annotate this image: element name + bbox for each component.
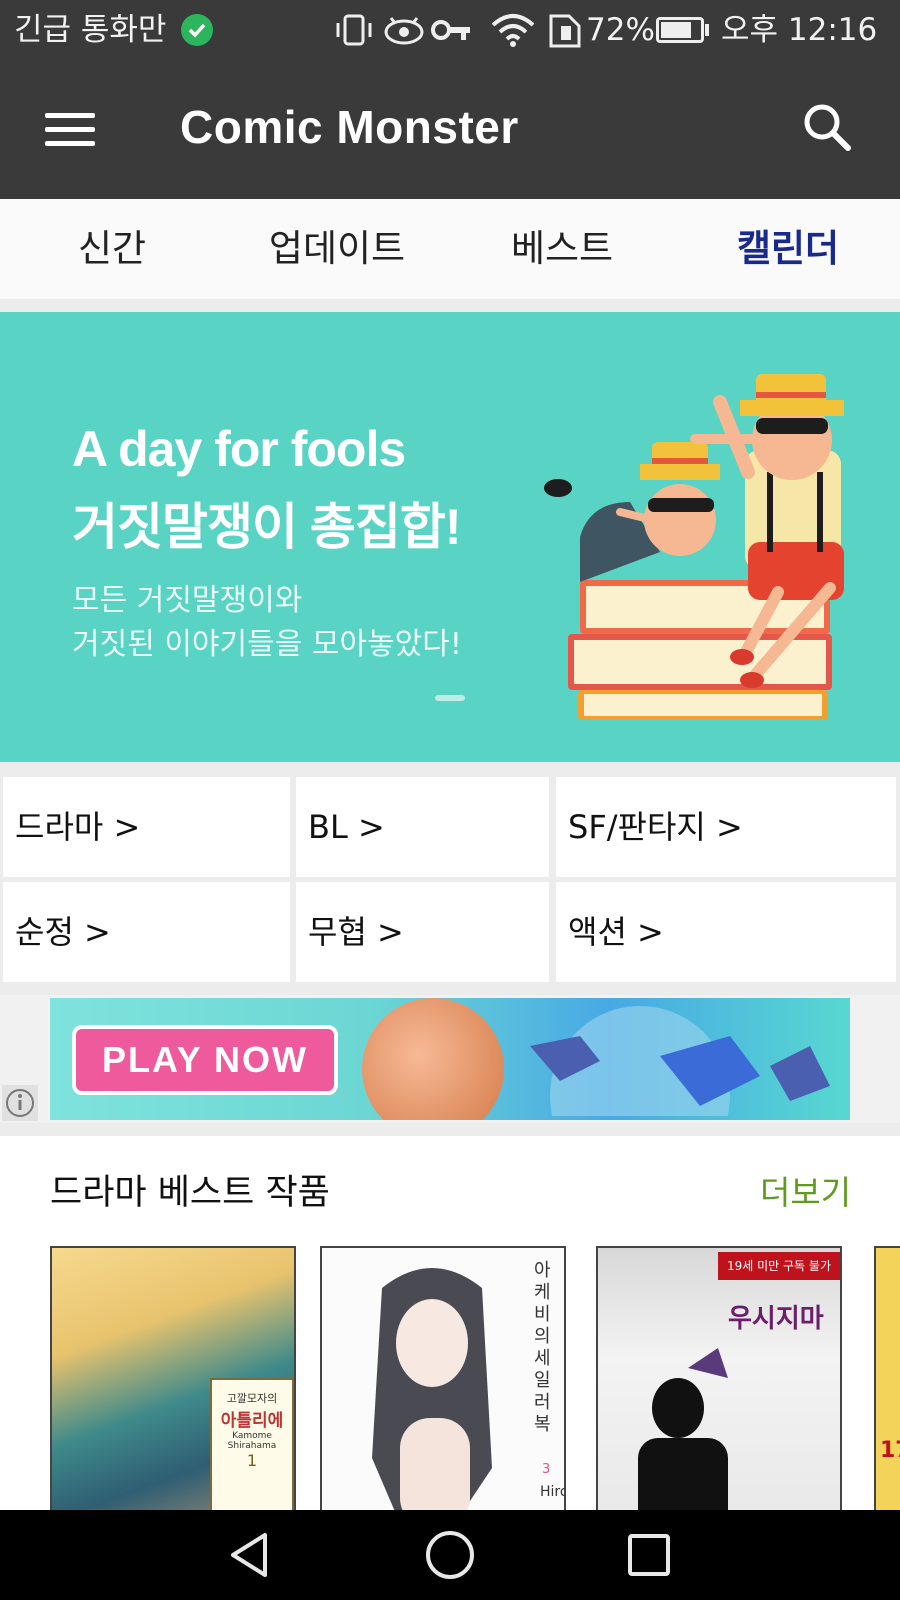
cover-1-label: 고깔모자의 아틀리에 Kamome Shirahama 1 (210, 1378, 294, 1510)
back-triangle-icon[interactable] (225, 1530, 275, 1580)
vibrate-icon (336, 14, 372, 46)
play-now-button[interactable]: PLAY NOW (72, 1025, 338, 1095)
battery-tip (705, 24, 709, 36)
battery-icon (656, 17, 704, 43)
status-bar: 긴급 통화만 72% 오후 12:16 (0, 0, 900, 60)
clock: 오후 12:16 (721, 12, 878, 48)
ad-planet (362, 998, 504, 1120)
system-nav-bar (0, 1510, 900, 1600)
carrier-text: 긴급 통화만 (14, 12, 167, 48)
home-circle-icon[interactable] (424, 1529, 476, 1581)
best-section: 드라마 베스트 작품 더보기 고깔모자의 아틀리에 Kamome Shiraha… (0, 1136, 900, 1510)
ad-container: PLAY NOW (0, 995, 900, 1123)
cover-1-subtitle: 고깔모자의 (226, 1392, 278, 1405)
banner-subtext-1: 모든 거짓말쟁이와 (72, 583, 303, 618)
eye-icon (384, 17, 424, 45)
cover-3-title: 우시지마 (728, 1304, 824, 1334)
ad-spaceships (530, 1006, 830, 1116)
vpn-key-icon (431, 20, 470, 40)
cover-2-art (372, 1268, 492, 1510)
cover-2-title: 아케비의 세일러복 (534, 1260, 551, 1435)
comic-cover-1[interactable]: 고깔모자의 아틀리에 Kamome Shirahama 1 (50, 1246, 296, 1510)
cover-3-art (638, 1348, 728, 1510)
genre-romance[interactable]: 순정 > (3, 882, 290, 982)
banner-subtext-2: 거짓된 이야기들을 모아놓았다! (72, 627, 462, 662)
genre-action[interactable]: 액션 > (556, 882, 896, 982)
info-icon[interactable] (2, 1085, 38, 1121)
recents-square-icon[interactable] (625, 1531, 673, 1579)
age-rating-badge: 19세 미만 구독 불가 (718, 1252, 840, 1280)
search-icon[interactable] (800, 100, 856, 156)
cover-2-author: Hiro (540, 1484, 566, 1500)
check-badge-icon (181, 14, 213, 46)
sim-card-icon (549, 14, 581, 48)
promo-banner[interactable]: A day for fools 거짓말쟁이 총집합! 모든 거짓말쟁이와 거짓된… (0, 312, 900, 762)
pinocchio-illustration (544, 374, 844, 720)
banner-headline-en: A day for fools (72, 421, 406, 477)
cover-2-volume: 3 (542, 1462, 551, 1477)
banner-headline-ko: 거짓말쟁이 총집합! (72, 499, 462, 555)
battery-percent: 72% (586, 12, 655, 48)
tab-update[interactable]: 업데이트 (237, 199, 437, 299)
cover-4-number: 17 (880, 1438, 900, 1463)
wifi-icon (491, 14, 535, 47)
app-title: Comic Monster (180, 101, 519, 153)
more-link[interactable]: 더보기 (760, 1166, 851, 1214)
comic-cover-3[interactable]: 19세 미만 구독 불가 우시지마 (596, 1246, 842, 1510)
comic-cover-4[interactable]: 17 (874, 1246, 900, 1510)
tab-best[interactable]: 베스트 (462, 199, 662, 299)
carousel-indicator (435, 695, 465, 701)
genre-bl[interactable]: BL > (296, 777, 549, 877)
cover-1-author: Kamome Shirahama (227, 1431, 277, 1451)
comic-cover-2[interactable]: 아케비의 세일러복 Hiro 3 (320, 1246, 566, 1510)
tab-bar: 신간 업데이트 베스트 캘린더 (0, 199, 900, 299)
cover-1-title: 아틀리에 (220, 1411, 284, 1431)
genre-drama[interactable]: 드라마 > (3, 777, 290, 877)
genre-martial-arts[interactable]: 무협 > (296, 882, 549, 982)
tab-new[interactable]: 신간 (12, 199, 212, 299)
genre-sf-fantasy[interactable]: SF/판타지 > (556, 777, 896, 877)
hamburger-menu-icon[interactable] (30, 95, 110, 165)
tab-calendar[interactable]: 캘린더 (688, 199, 888, 299)
cover-1-volume: 1 (246, 1451, 258, 1470)
ad-banner[interactable]: PLAY NOW (50, 998, 850, 1120)
app-bar: Comic Monster (0, 60, 900, 199)
section-title: 드라마 베스트 작품 (50, 1173, 330, 1213)
